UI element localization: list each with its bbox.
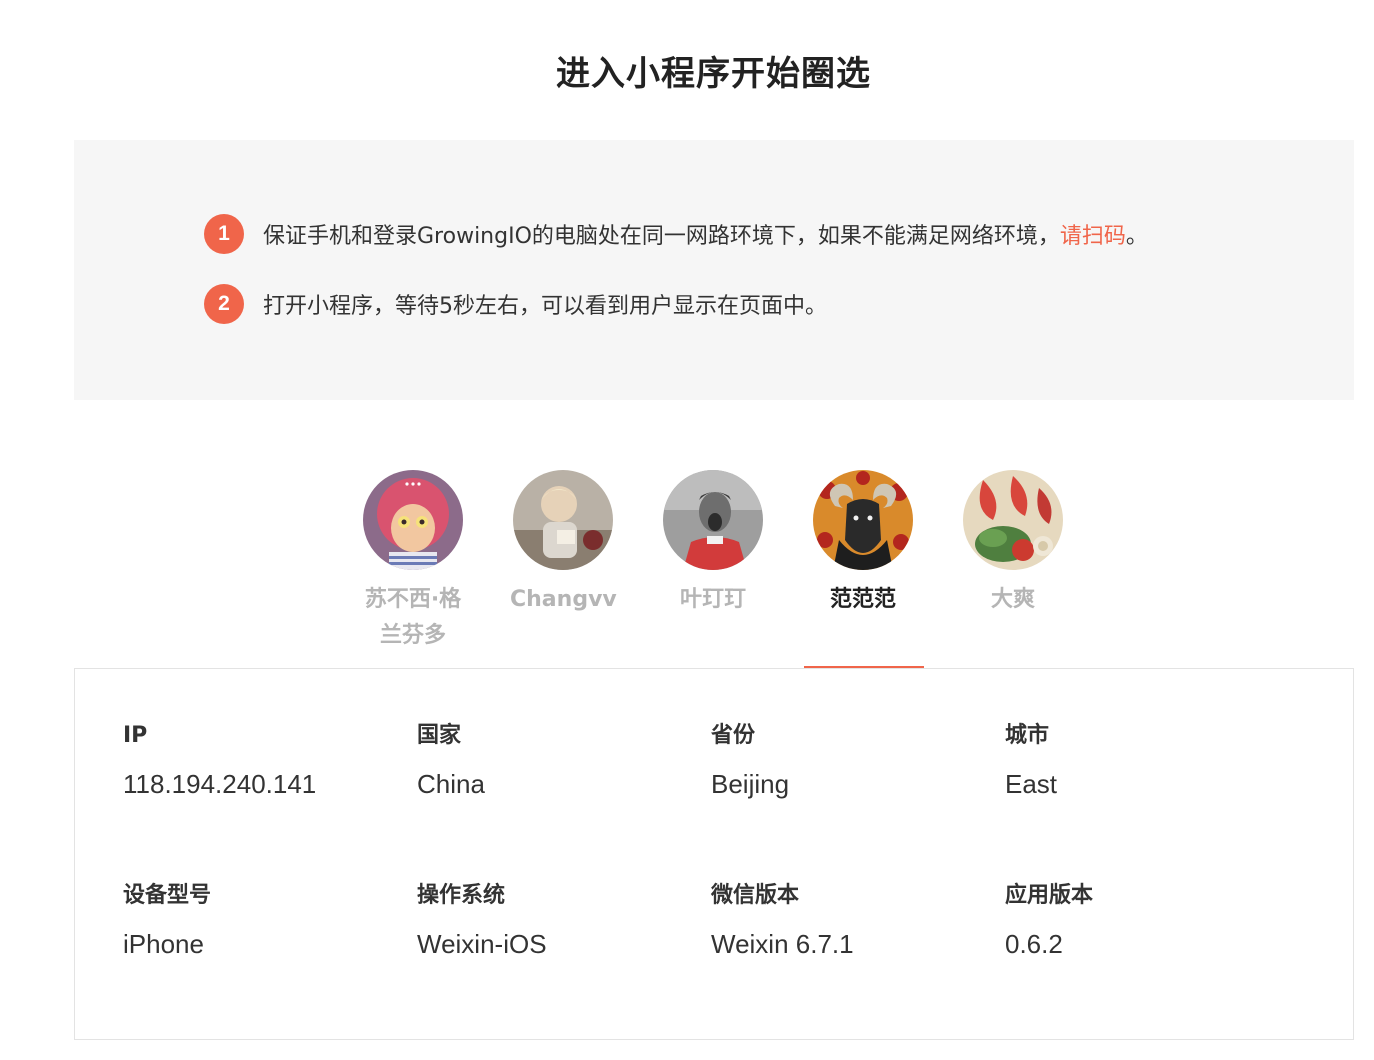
user-tab-5[interactable]: 大爽 bbox=[938, 470, 1088, 618]
user-tab-1[interactable]: 苏不西·格兰芬多 bbox=[338, 470, 488, 654]
app-version-field: 应用版本 0.6.2 bbox=[1005, 881, 1285, 959]
field-label: 应用版本 bbox=[1005, 883, 1094, 908]
user-name: 大爽 bbox=[990, 587, 1035, 612]
page-title: 进入小程序开始圈选 bbox=[556, 54, 871, 94]
user-tabs: 苏不西·格兰芬多 Changvv 叶玎玎 范范范 大爽 bbox=[338, 470, 1088, 670]
user-name: 范范范 bbox=[829, 587, 896, 612]
step-2-text: 打开小程序，等待5秒左右，可以看到用户显示在页面中。 bbox=[263, 294, 827, 319]
field-label: 微信版本 bbox=[711, 883, 800, 908]
field-value: 0.6.2 bbox=[1005, 929, 1063, 959]
field-value: Weixin-iOS bbox=[417, 929, 547, 959]
province-field: 省份 Beijing bbox=[711, 721, 991, 799]
field-value: 118.194.240.141 bbox=[123, 769, 317, 799]
country-field: 国家 China bbox=[417, 721, 697, 799]
user-name: 叶玎玎 bbox=[679, 587, 746, 612]
step-2: 2 打开小程序，等待5秒左右，可以看到用户显示在页面中。 bbox=[204, 284, 827, 324]
field-label: 省份 bbox=[711, 723, 756, 748]
field-value: Beijing bbox=[711, 769, 790, 799]
device-model-field: 设备型号 iPhone bbox=[123, 881, 403, 959]
step-number-badge: 2 bbox=[204, 284, 244, 324]
food-photo-avatar-icon bbox=[963, 470, 1063, 570]
field-value: East bbox=[1005, 769, 1058, 799]
field-label: 国家 bbox=[417, 723, 462, 748]
step-1: 1 保证手机和登录GrowingIO的电脑处在同一网路环境下，如果不能满足网络环… bbox=[204, 214, 1148, 254]
ram-pizza-avatar-icon bbox=[813, 470, 913, 570]
field-label: 城市 bbox=[1005, 723, 1050, 748]
cartoon-girl-avatar-icon bbox=[363, 470, 463, 570]
city-field: 城市 East bbox=[1005, 721, 1285, 799]
user-name: 苏不西·格兰芬多 bbox=[364, 587, 462, 648]
wechat-version-field: 微信版本 Weixin 6.7.1 bbox=[711, 881, 991, 959]
field-value: China bbox=[417, 769, 485, 799]
footballer-photo-avatar-icon bbox=[663, 470, 763, 570]
field-label: IP bbox=[123, 723, 148, 748]
field-value: iPhone bbox=[123, 929, 204, 959]
field-label: 操作系统 bbox=[417, 883, 506, 908]
scan-qr-link[interactable]: 请扫码 bbox=[1060, 224, 1126, 249]
os-field: 操作系统 Weixin-iOS bbox=[417, 881, 697, 959]
step-text: 保证手机和登录GrowingIO的电脑处在同一网路环境下，如果不能满足网络环境，… bbox=[263, 218, 1148, 250]
field-value: Weixin 6.7.1 bbox=[711, 929, 854, 959]
step-1-suffix: 。 bbox=[1125, 224, 1148, 249]
step-1-text: 保证手机和登录GrowingIO的电脑处在同一网路环境下，如果不能满足网络环境， bbox=[263, 224, 1060, 249]
instruction-panel: 1 保证手机和登录GrowingIO的电脑处在同一网路环境下，如果不能满足网络环… bbox=[74, 140, 1354, 400]
user-tab-2[interactable]: Changvv bbox=[488, 470, 638, 618]
step-number-badge: 1 bbox=[204, 214, 244, 254]
user-tab-3[interactable]: 叶玎玎 bbox=[638, 470, 788, 618]
child-photo-avatar-icon bbox=[513, 470, 613, 570]
user-name: Changvv bbox=[510, 587, 617, 612]
ip-field: IP 118.194.240.141 bbox=[123, 721, 403, 799]
user-tab-4[interactable]: 范范范 bbox=[788, 470, 938, 618]
field-label: 设备型号 bbox=[123, 883, 212, 908]
user-details-panel: IP 118.194.240.141 国家 China 省份 Beijing 城… bbox=[74, 668, 1354, 1040]
